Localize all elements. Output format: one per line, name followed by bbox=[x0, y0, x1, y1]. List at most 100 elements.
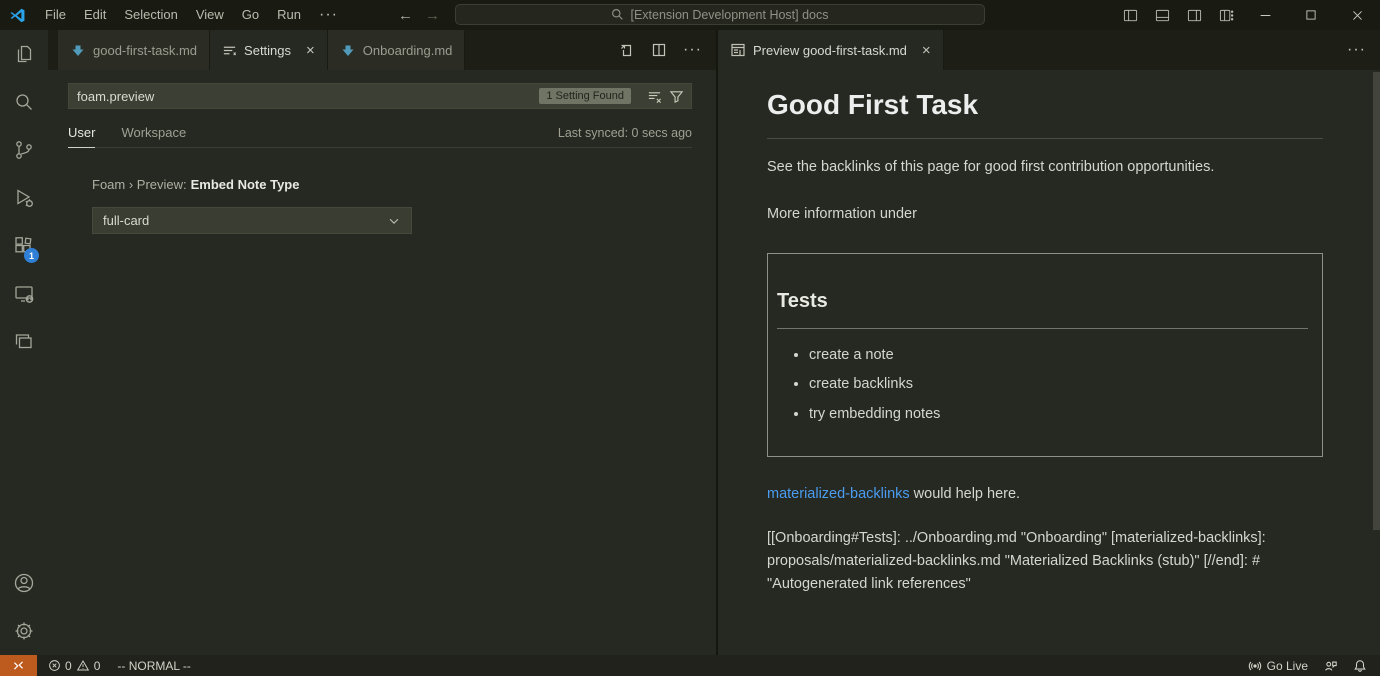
scope-tab-workspace[interactable]: Workspace bbox=[121, 125, 186, 147]
markdown-preview: Good First Task See the backlinks of thi… bbox=[718, 70, 1380, 655]
preview-paragraph: More information under bbox=[767, 204, 1323, 226]
windows-icon[interactable] bbox=[0, 318, 48, 366]
vim-mode-indicator[interactable]: -- NORMAL -- bbox=[117, 659, 191, 673]
menu-run[interactable]: Run bbox=[268, 0, 310, 30]
setting-name: Embed Note Type bbox=[191, 177, 300, 192]
run-and-debug-icon[interactable] bbox=[0, 174, 48, 222]
chevron-down-icon bbox=[387, 214, 401, 228]
preview-heading: Good First Task bbox=[767, 84, 1323, 139]
settings-result-count-badge: 1 Setting Found bbox=[539, 88, 631, 104]
tab-strip-left: good-first-task.md Settings × Onboarding… bbox=[48, 30, 716, 70]
close-window-icon[interactable] bbox=[1334, 0, 1380, 30]
embedded-note-card: Tests create a note create backlinks try… bbox=[767, 253, 1323, 457]
warning-icon bbox=[76, 659, 90, 672]
maximize-icon[interactable] bbox=[1288, 0, 1334, 30]
tab-strip-right: Preview good-first-task.md × ··· bbox=[718, 30, 1380, 70]
source-control-icon[interactable] bbox=[0, 126, 48, 174]
menu-file[interactable]: File bbox=[36, 0, 75, 30]
customize-layout-icon[interactable] bbox=[1210, 0, 1242, 30]
search-icon bbox=[611, 8, 624, 21]
problems-indicator[interactable]: 0 0 bbox=[48, 659, 100, 673]
feedback-icon[interactable] bbox=[1323, 659, 1338, 673]
last-synced-label: Last synced: 0 secs ago bbox=[558, 126, 692, 147]
preview-scrollbar[interactable] bbox=[1373, 72, 1380, 530]
explorer-icon[interactable] bbox=[0, 30, 48, 78]
layout-sidebar-left-icon[interactable] bbox=[1114, 0, 1146, 30]
tab-label: good-first-task.md bbox=[93, 43, 197, 58]
search-icon[interactable] bbox=[0, 78, 48, 126]
preview-paragraph: See the backlinks of this page for good … bbox=[767, 157, 1323, 179]
setting-title: Foam › Preview: Embed Note Type bbox=[92, 177, 692, 192]
navigate-forward-icon[interactable]: → bbox=[425, 7, 440, 24]
clear-settings-search-icon[interactable] bbox=[647, 89, 662, 104]
extensions-icon[interactable]: 1 bbox=[0, 222, 48, 270]
vscode-window: File Edit Selection View Go Run ··· ← → … bbox=[0, 0, 1380, 676]
more-actions-icon[interactable]: ··· bbox=[683, 41, 702, 59]
error-icon bbox=[48, 659, 61, 672]
list-item: create backlinks bbox=[809, 374, 1308, 396]
go-live-label: Go Live bbox=[1267, 659, 1308, 673]
setting-item-embed-note-type: Foam › Preview: Embed Note Type full-card bbox=[68, 177, 692, 234]
settings-scope-tabs: User Workspace Last synced: 0 secs ago bbox=[68, 125, 692, 148]
open-preview-icon bbox=[730, 42, 746, 58]
menu-selection[interactable]: Selection bbox=[115, 0, 186, 30]
tab-onboarding[interactable]: Onboarding.md bbox=[328, 30, 466, 70]
setting-category: Foam › Preview: bbox=[92, 177, 187, 192]
markdown-icon bbox=[340, 42, 356, 58]
warning-count: 0 bbox=[94, 659, 101, 673]
menu-more-icon[interactable]: ··· bbox=[310, 0, 347, 30]
link-suffix-text: would help here. bbox=[910, 486, 1020, 502]
settings-gear-icon[interactable] bbox=[0, 607, 48, 655]
menu-go[interactable]: Go bbox=[233, 0, 268, 30]
tab-preview-good-first-task[interactable]: Preview good-first-task.md × bbox=[718, 30, 944, 70]
more-actions-icon[interactable]: ··· bbox=[1347, 41, 1366, 59]
close-tab-icon[interactable]: × bbox=[922, 43, 931, 58]
markdown-icon bbox=[70, 42, 86, 58]
embed-note-type-select[interactable]: full-card bbox=[92, 207, 412, 234]
menu-view[interactable]: View bbox=[187, 0, 233, 30]
remote-indicator-icon[interactable] bbox=[0, 655, 37, 676]
embedded-note-list: create a note create backlinks try embed… bbox=[777, 345, 1308, 426]
status-bar: 0 0 -- NORMAL -- Go Live bbox=[0, 655, 1380, 676]
command-center-search[interactable]: [Extension Development Host] docs bbox=[455, 4, 985, 25]
tab-label: Onboarding.md bbox=[363, 43, 453, 58]
open-settings-json-icon[interactable] bbox=[619, 42, 635, 58]
error-count: 0 bbox=[65, 659, 72, 673]
go-live-button[interactable]: Go Live bbox=[1248, 659, 1308, 673]
select-value: full-card bbox=[103, 213, 149, 228]
layout-panel-icon[interactable] bbox=[1146, 0, 1178, 30]
vscode-logo-icon bbox=[9, 7, 26, 24]
tab-label: Preview good-first-task.md bbox=[753, 43, 907, 58]
filter-settings-icon[interactable] bbox=[669, 89, 684, 104]
settings-editor: 1 Setting Found User Workspace Last sync… bbox=[48, 70, 716, 655]
settings-search-box: 1 Setting Found bbox=[68, 83, 692, 109]
command-center-label: [Extension Development Host] docs bbox=[630, 8, 828, 22]
embedded-note-title: Tests bbox=[777, 286, 1308, 329]
link-references-text: [[Onboarding#Tests]: ../Onboarding.md "O… bbox=[767, 527, 1323, 597]
list-item: try embedding notes bbox=[809, 404, 1308, 426]
minimize-icon[interactable] bbox=[1242, 0, 1288, 30]
close-tab-icon[interactable]: × bbox=[306, 43, 315, 58]
scope-tab-user[interactable]: User bbox=[68, 125, 95, 148]
preview-paragraph: materialized-backlinks would help here. bbox=[767, 484, 1323, 506]
broadcast-icon bbox=[1248, 659, 1262, 673]
layout-sidebar-right-icon[interactable] bbox=[1178, 0, 1210, 30]
split-editor-icon[interactable] bbox=[651, 42, 667, 58]
editor-group-preview: Preview good-first-task.md × ··· Good Fi… bbox=[718, 30, 1380, 655]
list-item: create a note bbox=[809, 345, 1308, 367]
bell-icon[interactable] bbox=[1353, 659, 1367, 673]
menu-edit[interactable]: Edit bbox=[75, 0, 115, 30]
navigate-back-icon[interactable]: ← bbox=[398, 7, 413, 24]
materialized-backlinks-link[interactable]: materialized-backlinks bbox=[767, 486, 910, 502]
account-icon[interactable] bbox=[0, 559, 48, 607]
title-bar: File Edit Selection View Go Run ··· ← → … bbox=[0, 0, 1380, 30]
tab-settings[interactable]: Settings × bbox=[210, 30, 328, 70]
tab-label: Settings bbox=[244, 43, 291, 58]
editor-group-settings: good-first-task.md Settings × Onboarding… bbox=[48, 30, 716, 655]
tab-good-first-task[interactable]: good-first-task.md bbox=[58, 30, 210, 70]
extensions-badge: 1 bbox=[24, 248, 39, 263]
remote-explorer-icon[interactable] bbox=[0, 270, 48, 318]
settings-tune-icon bbox=[222, 43, 237, 58]
activity-bar: 1 bbox=[0, 30, 48, 655]
settings-search-input[interactable] bbox=[77, 89, 539, 104]
